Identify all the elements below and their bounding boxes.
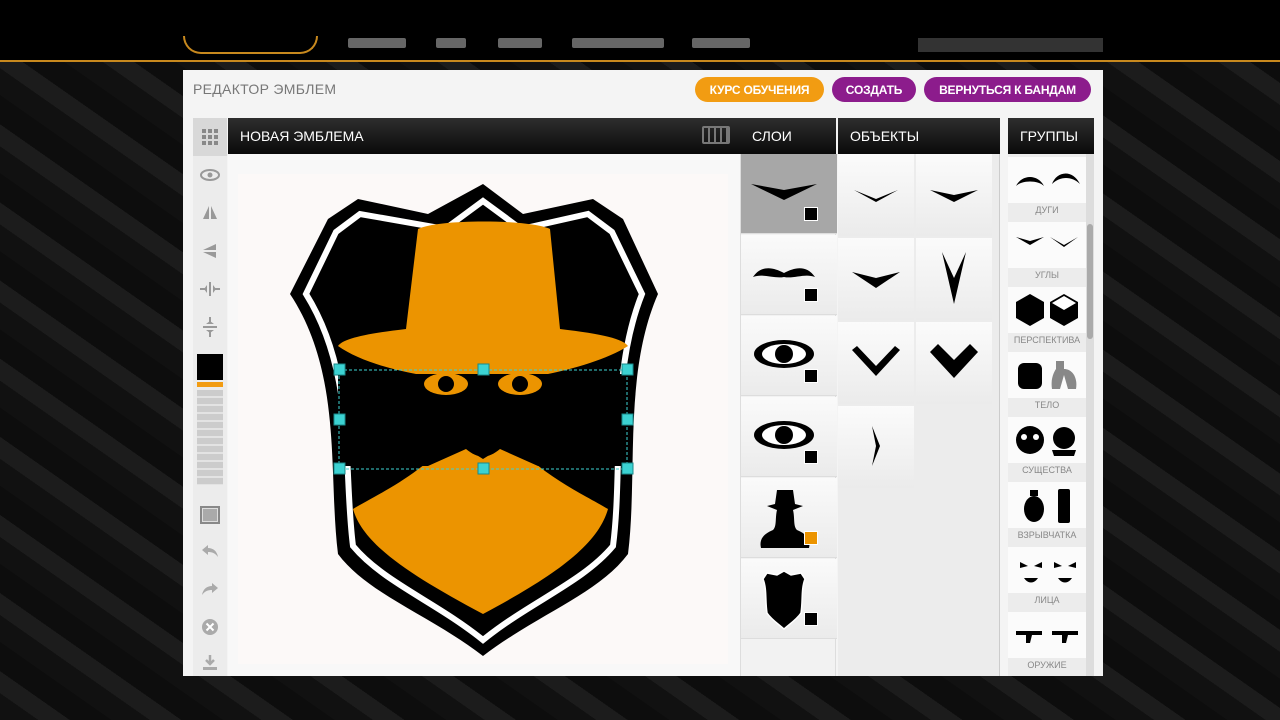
nav-item[interactable]: [572, 38, 664, 48]
arcs-icon: [1016, 173, 1080, 186]
group-item[interactable]: ДУГИ: [1008, 154, 1086, 219]
group-label: СУЩЕСТВА: [1022, 465, 1072, 475]
nav-item[interactable]: [498, 38, 542, 48]
layers-header: СЛОИ: [740, 118, 836, 154]
object-tile[interactable]: [916, 238, 992, 320]
color-palette[interactable]: [197, 390, 223, 485]
objects-grid: [838, 154, 1000, 676]
layer-item[interactable]: [741, 316, 837, 396]
object-tile[interactable]: [838, 238, 914, 320]
groups-scrollbar[interactable]: [1086, 154, 1094, 676]
layer-color-swatch[interactable]: [804, 531, 818, 545]
group-item[interactable]: СУЩЕСТВА: [1008, 414, 1086, 479]
layer-item[interactable]: [741, 154, 837, 234]
keyboard-icon[interactable]: [702, 126, 730, 144]
color-swatch-primary[interactable]: [197, 354, 223, 380]
object-tile[interactable]: [916, 154, 992, 236]
object-tile[interactable]: [838, 154, 914, 236]
perspective-icon: [1016, 294, 1078, 326]
group-label: ВЗРЫВЧАТКА: [1017, 530, 1077, 540]
group-item[interactable]: ОРУЖИЕ: [1008, 609, 1086, 674]
emblem-canvas[interactable]: [238, 174, 728, 664]
layer-color-swatch[interactable]: [804, 369, 818, 383]
group-label: ПЕРСПЕКТИВА: [1013, 335, 1081, 345]
layer-color-swatch[interactable]: [804, 288, 818, 302]
groups-scroll-thumb[interactable]: [1087, 224, 1093, 339]
object-tile[interactable]: [838, 322, 914, 404]
emblem-name[interactable]: НОВАЯ ЭМБЛЕМА: [240, 128, 364, 144]
flip-vertical-icon[interactable]: [193, 236, 227, 266]
objects-header: ОБЪЕКТЫ: [838, 118, 1000, 154]
site-top-bar: [0, 0, 1280, 62]
tutorial-button[interactable]: КУРС ОБУЧЕНИЯ: [695, 77, 824, 102]
layers-list: [740, 154, 837, 676]
layer-color-swatch[interactable]: [804, 207, 818, 221]
group-label: ЛИЦА: [1034, 595, 1060, 605]
emblem-editor: РЕДАКТОР ЭМБЛЕМ КУРС ОБУЧЕНИЯ СОЗДАТЬ ВЕ…: [183, 70, 1103, 676]
center-horizontal-icon[interactable]: [193, 274, 227, 304]
clear-icon[interactable]: [193, 612, 227, 642]
color-swatch-accent[interactable]: [197, 382, 223, 387]
layer-color-swatch[interactable]: [804, 450, 818, 464]
flip-horizontal-icon[interactable]: [193, 198, 227, 228]
group-item[interactable]: ЛИЦА: [1008, 544, 1086, 609]
download-icon[interactable]: [193, 648, 227, 678]
eye-icon[interactable]: [193, 160, 227, 190]
layer-item[interactable]: [741, 235, 837, 315]
group-item[interactable]: ВЗРЫВЧАТКА: [1008, 479, 1086, 544]
page-title: РЕДАКТОР ЭМБЛЕМ: [193, 81, 337, 97]
group-item[interactable]: ПЕРСПЕКТИВА: [1008, 284, 1086, 349]
emblem-artwork: [290, 184, 658, 656]
layer-item[interactable]: [741, 478, 837, 558]
layer-item[interactable]: [741, 397, 837, 477]
object-tile[interactable]: [916, 322, 992, 404]
canvas-area: [228, 154, 740, 676]
group-item[interactable]: УГЛЫ: [1008, 219, 1086, 284]
nav-item[interactable]: [348, 38, 406, 48]
back-to-gangs-button[interactable]: ВЕРНУТЬСЯ К БАНДАМ: [924, 77, 1091, 102]
object-tile[interactable]: [838, 406, 914, 488]
group-label: УГЛЫ: [1035, 270, 1059, 280]
grid-icon[interactable]: [193, 118, 227, 156]
group-item[interactable]: ТЕЛО: [1008, 349, 1086, 414]
weapons-icon: [1016, 631, 1078, 643]
layer-item[interactable]: [741, 559, 837, 639]
background-icon[interactable]: [193, 500, 227, 530]
faces-icon: [1020, 562, 1076, 583]
nav-item[interactable]: [436, 38, 466, 48]
groups-header: ГРУППЫ: [1008, 118, 1094, 154]
site-logo[interactable]: [183, 36, 318, 54]
angles-icon: [1016, 237, 1078, 247]
tool-sidebar: [193, 118, 227, 676]
redo-icon[interactable]: [193, 574, 227, 604]
canvas-header: НОВАЯ ЭМБЛЕМА: [228, 118, 740, 154]
layer-color-swatch[interactable]: [804, 612, 818, 626]
center-vertical-icon[interactable]: [193, 312, 227, 342]
creatures-icon: [1016, 426, 1076, 456]
group-label: ДУГИ: [1035, 205, 1059, 215]
create-button[interactable]: СОЗДАТЬ: [832, 77, 916, 102]
explosives-icon: [1024, 489, 1070, 523]
undo-icon[interactable]: [193, 536, 227, 566]
body-icon: [1018, 361, 1077, 389]
groups-list: ДУГИ УГЛЫ ПЕРСПЕКТИВА ТЕЛО СУЩЕСТВА ВЗРЫ…: [1008, 154, 1094, 676]
group-label: ТЕЛО: [1034, 400, 1060, 410]
group-label: ОРУЖИЕ: [1027, 660, 1067, 670]
nav-item[interactable]: [692, 38, 750, 48]
user-profile-box[interactable]: [918, 38, 1103, 52]
